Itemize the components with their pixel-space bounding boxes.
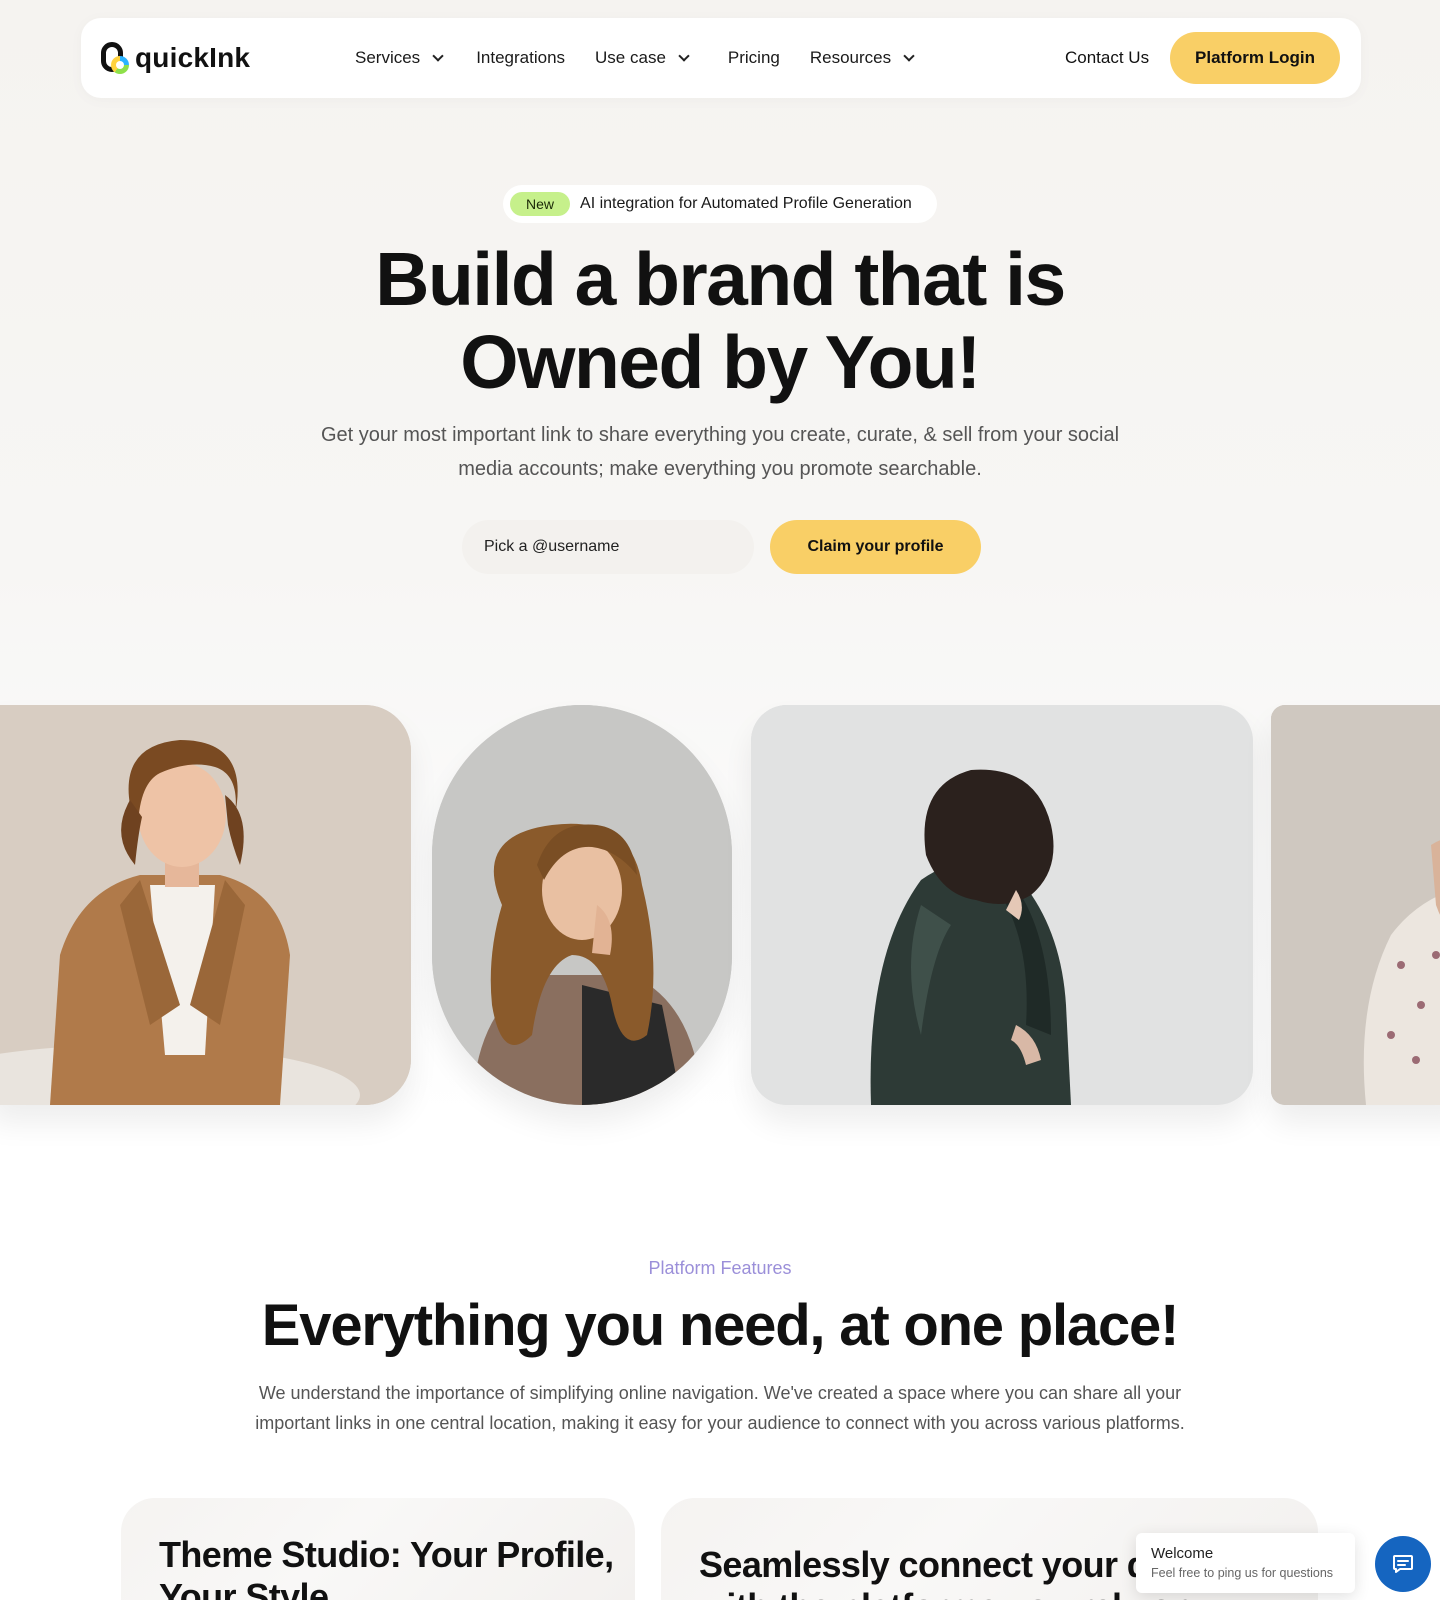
chat-title: Welcome: [1151, 1545, 1214, 1562]
feature-card-title: Seamlessly connect your qu with the plat…: [699, 1544, 1194, 1600]
section-eyebrow: Platform Features: [648, 1258, 792, 1278]
feature-card-title: Theme Studio: Your Profile, Your Style: [159, 1534, 614, 1600]
nav-item-pricing[interactable]: Pricing: [728, 38, 780, 78]
feature-card-title-line-1: Seamlessly connect your qu: [699, 1544, 1170, 1585]
nav-item-use-case[interactable]: Use case: [595, 38, 690, 78]
chat-text: Feel free to ping us for questions: [1151, 1566, 1334, 1580]
nav-item-label: Pricing: [727, 48, 780, 67]
nav-item-label: Services: [355, 48, 421, 67]
claim-profile-button[interactable]: Claim your profile: [770, 520, 981, 574]
logo-icon: [99, 38, 133, 78]
new-badge: New: [510, 192, 571, 216]
platform-login-button[interactable]: Platform Login: [1170, 32, 1340, 84]
person-man-tan-blazer-icon: [0, 705, 411, 1105]
nav-item-services[interactable]: Services: [355, 38, 444, 78]
username-input[interactable]: [462, 520, 754, 574]
features-title: Everything you need, at one place!: [261, 1293, 1180, 1358]
profile-photo-woman-jacket: [751, 705, 1253, 1105]
feature-card-theme-studio[interactable]: Theme Studio: Your Profile, Your Style: [121, 1498, 635, 1600]
chat-icon: [1393, 1555, 1413, 1573]
contact-link[interactable]: Contact Us: [1065, 18, 1149, 98]
top-navbar: quickInk Services Integrations Use case …: [81, 18, 1361, 98]
profile-photo-man: [0, 705, 411, 1105]
hero-title-line-2: Owned by You!: [460, 320, 981, 404]
chat-launcher-button[interactable]: [1375, 1536, 1431, 1592]
hero-title-line-1: Build a brand that is: [375, 237, 1066, 321]
hero-subtitle: Get your most important link to share ev…: [320, 424, 1120, 480]
nav-item-label: Resources: [809, 48, 892, 67]
feature-card-title-line-2: Your Style: [159, 1576, 329, 1600]
chevron-down-icon: [432, 49, 444, 62]
nav-item-resources[interactable]: Resources: [809, 38, 915, 78]
chat-welcome-bubble[interactable]: Welcome Feel free to ping us for questio…: [1136, 1533, 1355, 1593]
person-woman-curly-hair-icon: [432, 705, 732, 1105]
chevron-down-icon: [678, 49, 690, 62]
nav-item-integrations[interactable]: Integrations: [476, 38, 565, 78]
main-menu: Services Integrations Use case Pricing R…: [345, 18, 915, 98]
profile-photo-woman-floral: [1271, 705, 1440, 1105]
feature-card-title-line-1: Theme Studio: Your Profile,: [159, 1534, 614, 1575]
logo-text: quickInk: [135, 42, 251, 73]
announcement-badge[interactable]: New AI integration for Automated Profile…: [503, 185, 937, 223]
profile-photo-woman-curly: [432, 705, 732, 1105]
person-woman-floral-dress-icon: [1271, 705, 1440, 1105]
chevron-down-icon: [903, 49, 915, 62]
feature-card-title-line-2: with the platforms you rely on: [699, 1586, 1194, 1600]
nav-item-label: Use case: [595, 48, 666, 67]
features-subtitle: We understand the importance of simplify…: [255, 1383, 1185, 1433]
person-woman-leather-jacket-icon: [751, 705, 1253, 1105]
logo[interactable]: quickInk: [99, 38, 250, 78]
announcement-text: AI integration for Automated Profile Gen…: [580, 195, 912, 212]
hero-title: Build a brand that is Owned by You!: [0, 238, 1440, 404]
nav-item-label: Integrations: [476, 48, 566, 67]
